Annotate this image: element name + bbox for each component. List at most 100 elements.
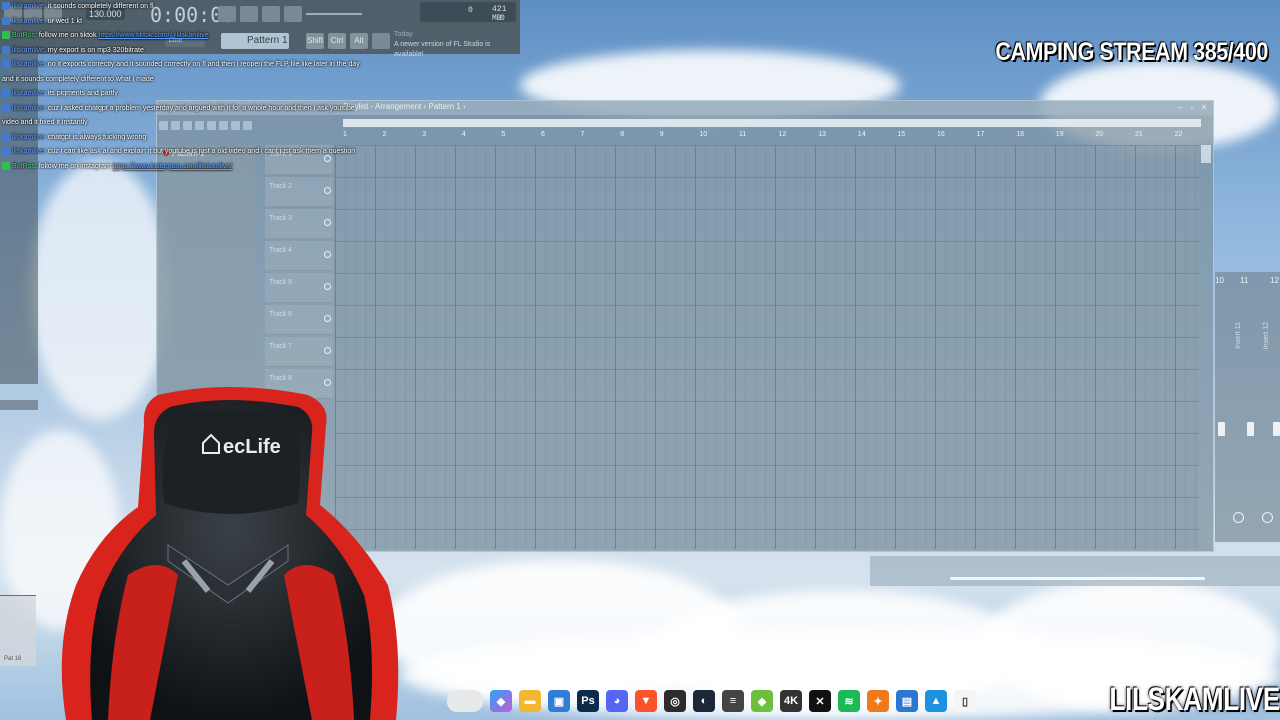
obs-icon[interactable]: ◎: [664, 690, 686, 712]
photoshop-icon[interactable]: Ps: [577, 690, 599, 712]
chat-link[interactable]: https://www.instagram.com/lilskamlive/: [113, 163, 232, 170]
left-mini-panel: Pat 16: [0, 595, 36, 666]
track-header[interactable]: Track 5: [265, 273, 333, 303]
track-label: Track 5: [269, 279, 293, 286]
bar-number: 19: [1055, 131, 1064, 138]
chat-username[interactable]: BotRos:: [12, 163, 39, 170]
store-icon[interactable]: ▣: [548, 690, 570, 712]
file-explorer-icon[interactable]: ▬: [519, 690, 541, 712]
bar-number: 8: [620, 131, 625, 138]
discord-icon[interactable]: ◕: [606, 690, 628, 712]
track-label: Track 7: [269, 343, 293, 350]
horizontal-scrollbar[interactable]: [950, 577, 1205, 580]
track-mute-icon[interactable]: [324, 283, 331, 290]
chat-text: cuz i asked chatgpt a problem yesterday …: [47, 104, 355, 112]
mixer-fader[interactable]: [1273, 422, 1280, 436]
chat-message: video and it fixed it instantly: [2, 116, 422, 131]
chat-text: video and it fixed it instantly: [2, 119, 88, 126]
bar-number: 13: [818, 131, 826, 138]
mixer-fader[interactable]: [1218, 422, 1225, 436]
mixer-number: 12: [1270, 276, 1279, 285]
chat-text: follow me on tiktok: [38, 32, 99, 39]
chat-text: follow me on instagram: [38, 162, 113, 170]
chat-username[interactable]: lilskamlive:: [12, 105, 48, 112]
mixer-number: 10: [1215, 276, 1224, 285]
search-bar-icon[interactable]: [447, 690, 483, 712]
chat-text: no it exports correctly and it sounded c…: [47, 61, 360, 68]
capcut-icon[interactable]: ✕: [809, 690, 831, 712]
file-icon[interactable]: ▯: [954, 690, 976, 712]
maximize-icon[interactable]: ▫: [1187, 102, 1197, 112]
bar-number: 21: [1135, 131, 1143, 138]
mixer-number: 11: [1240, 276, 1249, 285]
track-label: Track 4: [269, 247, 293, 254]
spotify-icon[interactable]: ≋: [838, 690, 860, 712]
cpu-memory-panel: 0 421 MB 0: [420, 2, 516, 23]
chat-message: and it sounds completely different to wh…: [2, 73, 422, 88]
mixer-insert-label[interactable]: Insert 12: [1263, 322, 1270, 349]
close-icon[interactable]: ×: [1199, 102, 1209, 112]
bar-number: 15: [897, 131, 906, 138]
mixer-fader[interactable]: [1247, 422, 1254, 436]
chat-link[interactable]: https://www.tiktok.com/@lilskamlive: [98, 32, 208, 39]
chat-username[interactable]: lilskamlive:: [12, 47, 48, 54]
track-mute-icon[interactable]: [324, 315, 331, 322]
polyphony-value: 0: [500, 14, 505, 23]
app-icon[interactable]: ≡: [722, 690, 744, 712]
fl-studio-icon[interactable]: ✦: [867, 690, 889, 712]
minimize-icon[interactable]: –: [1175, 102, 1185, 112]
bar-number: 11: [739, 131, 747, 138]
channel-watermark: LILSKAMLIVE: [1109, 681, 1280, 717]
chat-username[interactable]: lilskamlive:: [12, 134, 48, 141]
chat-username[interactable]: lilskamlive:: [12, 61, 48, 68]
mixer-knob[interactable]: [1233, 512, 1244, 523]
chat-text: it sounds completely different on fl: [47, 3, 154, 10]
chat-username[interactable]: lilskamlive:: [12, 148, 48, 155]
copilot-icon[interactable]: ◆: [490, 690, 512, 712]
chat-overlay: lilskamlive: it sounds completely differ…: [2, 0, 422, 174]
track-header[interactable]: Track 4: [265, 241, 333, 271]
bar-number: 14: [857, 131, 866, 138]
bar-number: 12: [778, 131, 787, 138]
track-mute-icon[interactable]: [324, 219, 331, 226]
user-badge-icon: [2, 45, 10, 54]
vertical-scrollbar[interactable]: [1201, 145, 1211, 163]
track-mute-icon[interactable]: [324, 347, 331, 354]
taskbar: ◆ ▬ ▣ Ps ◕ ▼ ◎ ◐ ≡ ◆ 4K ✕ ≋ ✦ ▤ ▲ ▯: [447, 690, 976, 712]
left-panel-label: Pat 16: [4, 656, 22, 662]
timeline-ruler[interactable]: [343, 119, 1201, 127]
bot-badge-icon: [2, 161, 10, 170]
chat-username[interactable]: lilskamlive:: [12, 3, 48, 10]
bar-number: 18: [1016, 131, 1024, 138]
track-label: Track 3: [269, 215, 293, 222]
track-header[interactable]: Track 7: [265, 337, 333, 367]
brave-icon[interactable]: ▼: [635, 690, 657, 712]
mixer-panel: 10 11 12 Insert 11 Insert 12: [1215, 272, 1280, 542]
photos-icon[interactable]: ▲: [925, 690, 947, 712]
bar-number: 20: [1095, 131, 1104, 138]
mixer-insert-label[interactable]: Insert 11: [1235, 322, 1242, 349]
chat-text: cuz i can like ask ai and explain it but…: [47, 148, 356, 155]
notepad-icon[interactable]: ▤: [896, 690, 918, 712]
chair-brand-logo: ecLife: [223, 436, 281, 458]
chat-username[interactable]: BotRos:: [12, 32, 39, 39]
chat-text: its pigments and partly: [47, 90, 118, 97]
4k-downloader-icon[interactable]: 4K: [780, 690, 802, 712]
bluestacks-icon[interactable]: ◆: [751, 690, 773, 712]
track-header[interactable]: Track 6: [265, 305, 333, 335]
user-badge-icon: [2, 132, 10, 141]
chat-username[interactable]: lilskamlive:: [12, 18, 48, 25]
steam-icon[interactable]: ◐: [693, 690, 715, 712]
playlist-grid[interactable]: [335, 145, 1199, 549]
bar-number: 17: [976, 131, 985, 138]
track-mute-icon[interactable]: [324, 251, 331, 258]
bar-number: 3: [422, 131, 427, 138]
bar-number: 7: [580, 131, 585, 138]
track-header[interactable]: Track 3: [265, 209, 333, 239]
track-header[interactable]: Track 2: [265, 177, 333, 207]
track-mute-icon[interactable]: [324, 187, 331, 194]
bar-number: 16: [937, 131, 945, 138]
chat-text: ur wed 1 kt: [47, 17, 83, 25]
chat-username[interactable]: lilskamlive:: [12, 90, 48, 97]
mixer-knob[interactable]: [1262, 512, 1273, 523]
